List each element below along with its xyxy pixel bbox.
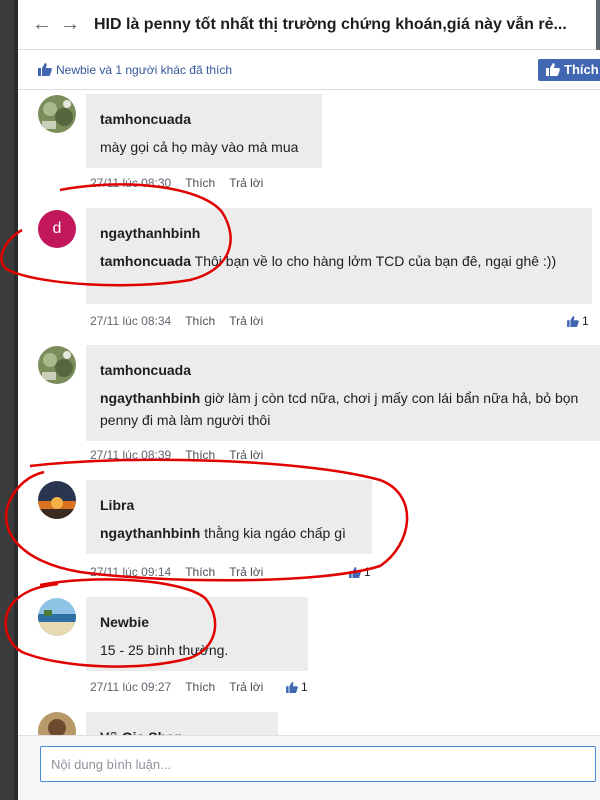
reply-link[interactable]: Trả lời — [229, 680, 263, 694]
avatar-image — [38, 598, 76, 636]
reaction-count-value: 1 — [582, 314, 589, 328]
comment-meta: 27/11 lúc 08:39 Thích Trả lời — [90, 448, 277, 462]
comment-time[interactable]: 27/11 lúc 08:39 — [90, 448, 171, 462]
comment-author[interactable]: Newbie — [100, 611, 294, 633]
likes-bar: Newbie và 1 người khác đã thích Thích — [18, 50, 600, 90]
comment-text: 15 - 25 bình thường. — [100, 642, 229, 658]
reply-link[interactable]: Trả lời — [229, 448, 263, 462]
comment-author[interactable]: Vũ Gia Shop — [100, 726, 264, 735]
avatar[interactable] — [38, 598, 76, 636]
thumbs-up-icon — [38, 63, 52, 76]
comment-time[interactable]: 27/11 lúc 08:30 — [90, 176, 171, 190]
reaction-count[interactable]: 1 — [349, 565, 371, 579]
comment-text: thằng kia ngáo chấp gì — [200, 525, 346, 541]
avatar[interactable]: d — [38, 210, 76, 248]
comment-meta: 27/11 lúc 09:14 Thích Trả lời — [90, 565, 277, 579]
avatar-image — [38, 95, 76, 133]
comment-bubble: Vũ Gia Shop — [86, 712, 278, 735]
comment-time[interactable]: 27/11 lúc 09:14 — [90, 565, 171, 579]
likes-summary[interactable]: Newbie và 1 người khác đã thích — [38, 63, 232, 77]
comment-time[interactable]: 27/11 lúc 09:27 — [90, 680, 171, 694]
thumbs-up-icon — [349, 567, 361, 578]
comment-composer — [18, 735, 600, 800]
reaction-count[interactable]: 1 — [286, 680, 308, 694]
avatar[interactable] — [38, 712, 76, 735]
avatar-image — [38, 346, 76, 384]
comment-author[interactable]: tamhoncuada — [100, 359, 588, 381]
comment-popup-window: ← → HID là penny tốt nhất thị trường chứ… — [18, 0, 600, 800]
reaction-count-value: 1 — [364, 565, 371, 579]
avatar[interactable] — [38, 95, 76, 133]
comment-time[interactable]: 27/11 lúc 08:34 — [90, 314, 171, 328]
reply-link[interactable]: Trả lời — [229, 176, 263, 190]
like-button-label: Thích — [564, 62, 599, 77]
reaction-count[interactable]: 1 — [567, 314, 589, 328]
thumbs-up-icon — [286, 682, 298, 693]
like-link[interactable]: Thích — [185, 176, 215, 190]
reaction-count-value: 1 — [301, 680, 308, 694]
comment-mention[interactable]: ngaythanhbinh — [100, 525, 200, 541]
comment-list: tamhoncuada mày gọi cả họ mày vào mà mua… — [18, 90, 600, 735]
close-edge[interactable] — [596, 0, 600, 50]
avatar[interactable] — [38, 346, 76, 384]
like-link[interactable]: Thích — [185, 448, 215, 462]
page-title: HID là penny tốt nhất thị trường chứng k… — [94, 16, 567, 33]
comment-mention[interactable]: tamhoncuada — [100, 253, 191, 269]
likes-summary-text: Newbie và 1 người khác đã thích — [56, 63, 232, 77]
comment-meta: 27/11 lúc 08:34 Thích Trả lời — [90, 314, 277, 328]
like-link[interactable]: Thích — [185, 680, 215, 694]
comment-bubble: Libra ngaythanhbinh thằng kia ngáo chấp … — [86, 480, 372, 554]
comment-input[interactable] — [40, 746, 596, 782]
thumbs-up-icon — [546, 63, 560, 76]
titlebar: ← → HID là penny tốt nhất thị trường chứ… — [18, 0, 600, 50]
arrow-right-icon[interactable]: → — [60, 14, 80, 34]
comment-bubble: tamhoncuada ngaythanhbinh giờ làm j còn … — [86, 345, 600, 441]
comment-text: Thôi bạn về lo cho hàng lởm TCD của bạn … — [191, 253, 557, 269]
comment-meta: 27/11 lúc 09:27 Thích Trả lời — [90, 680, 277, 694]
comment-bubble: ngaythanhbinh tamhoncuada Thôi bạn về lo… — [86, 208, 592, 304]
thumbs-up-icon — [567, 316, 579, 327]
like-link[interactable]: Thích — [185, 314, 215, 328]
comment-author[interactable]: tamhoncuada — [100, 108, 308, 130]
arrow-left-icon[interactable]: ← — [32, 14, 52, 34]
reply-link[interactable]: Trả lời — [229, 565, 263, 579]
avatar-image — [38, 712, 76, 735]
comment-meta: 27/11 lúc 08:30 Thích Trả lời — [90, 176, 277, 190]
comment-bubble: tamhoncuada mày gọi cả họ mày vào mà mua — [86, 94, 322, 168]
window-frame-left — [0, 0, 14, 800]
comment-bubble: Newbie 15 - 25 bình thường. — [86, 597, 308, 671]
avatar[interactable] — [38, 481, 76, 519]
avatar-image — [38, 481, 76, 519]
comment-author[interactable]: ngaythanhbinh — [100, 222, 578, 244]
like-link[interactable]: Thích — [185, 565, 215, 579]
reply-link[interactable]: Trả lời — [229, 314, 263, 328]
comment-author[interactable]: Libra — [100, 494, 358, 516]
like-button[interactable]: Thích — [538, 59, 600, 81]
comment-mention[interactable]: ngaythanhbinh — [100, 390, 200, 406]
comment-text: mày gọi cả họ mày vào mà mua — [100, 139, 299, 155]
